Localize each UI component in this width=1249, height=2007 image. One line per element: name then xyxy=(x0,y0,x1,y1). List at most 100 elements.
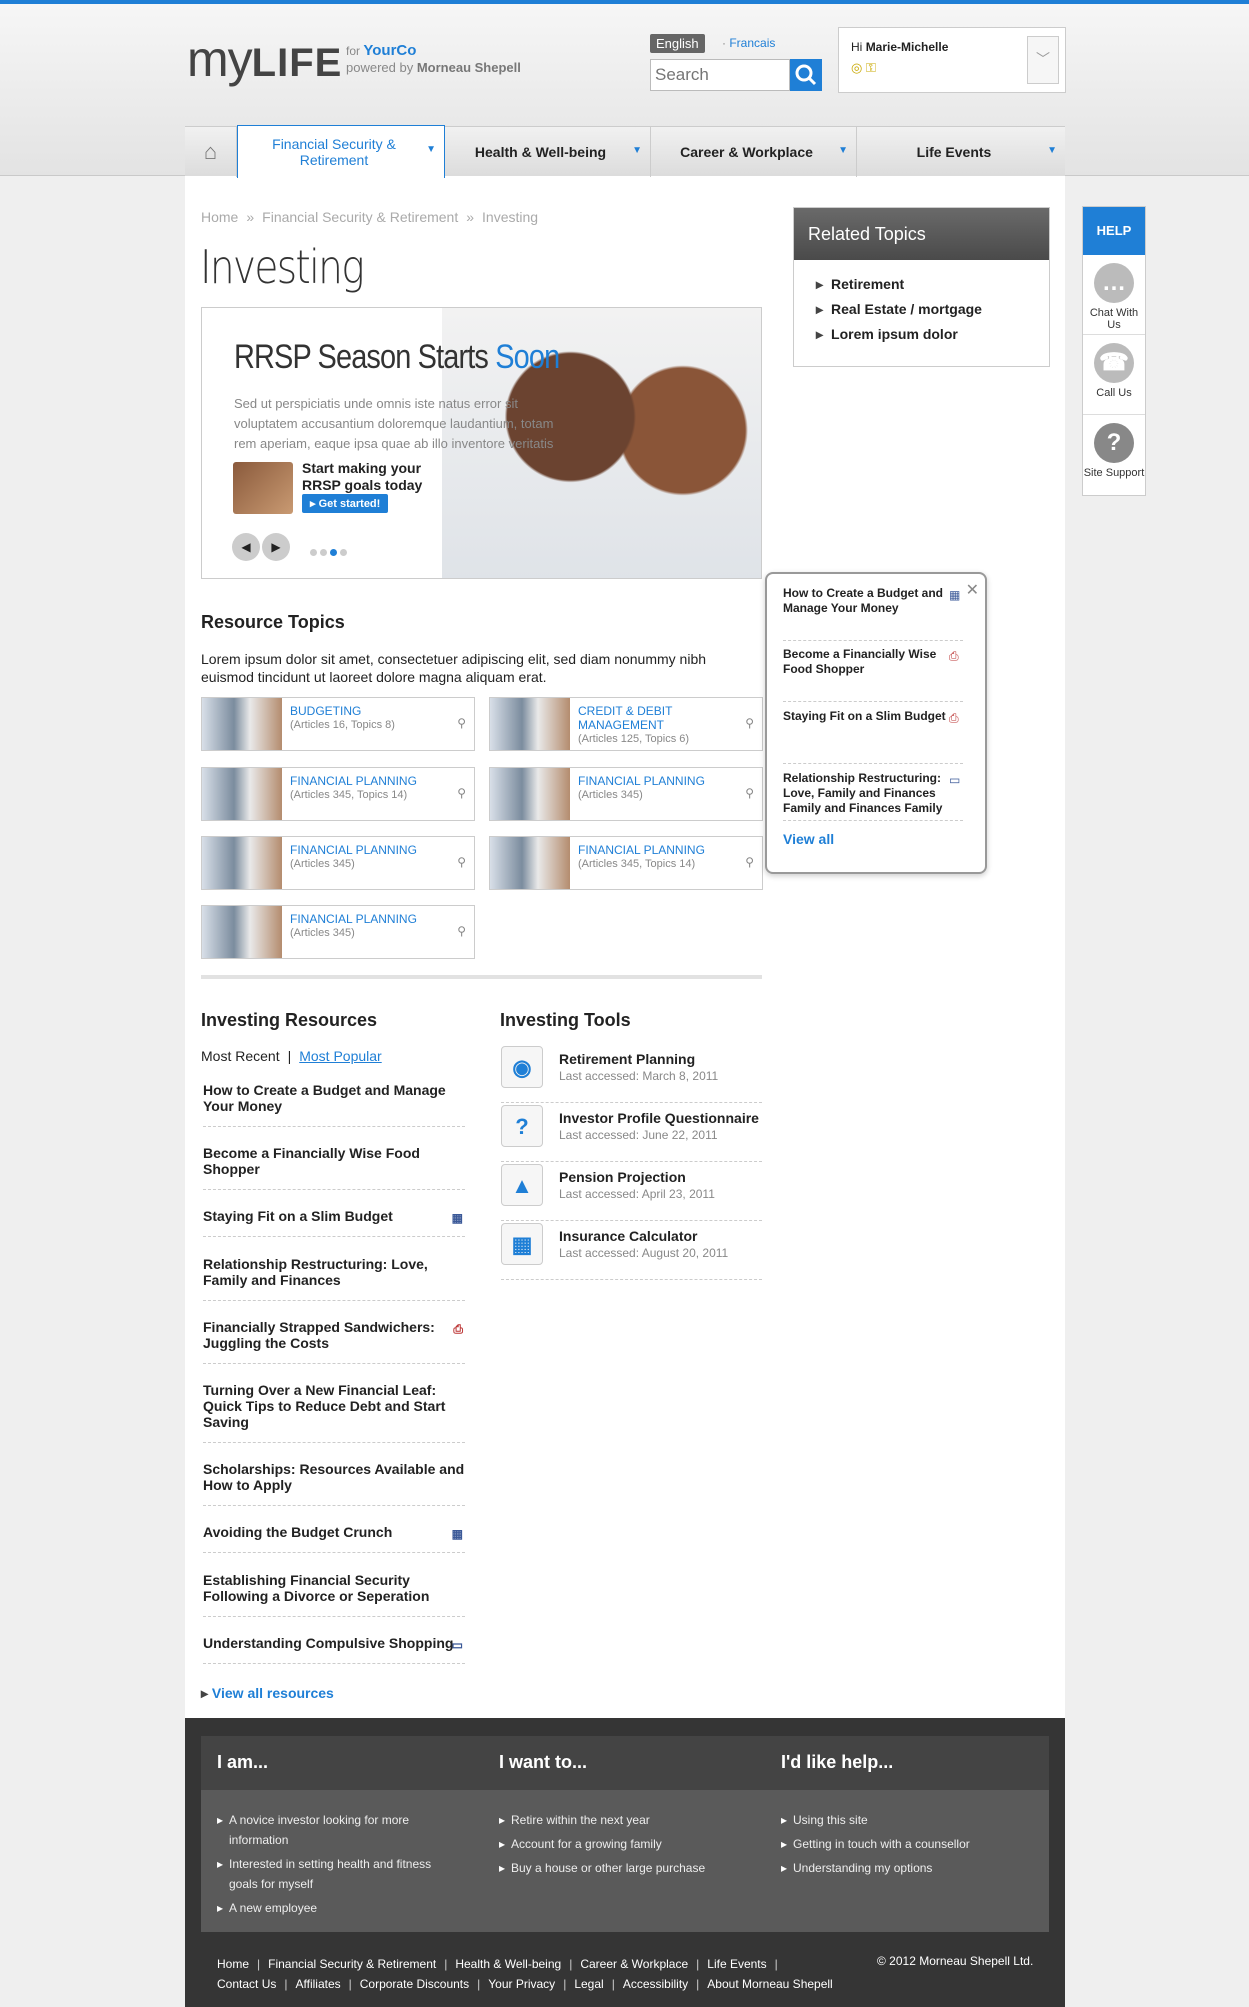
footer-nav-link[interactable]: Affiliates xyxy=(295,1977,340,1991)
popup-item[interactable]: Relationship Restructuring: Love, Family… xyxy=(783,771,963,821)
topic-tile[interactable]: FINANCIAL PLANNING (Articles 345, Topics … xyxy=(489,836,763,890)
nav-label: Health & Well-being xyxy=(474,144,607,160)
resource-item[interactable]: Establishing Financial Security Followin… xyxy=(203,1572,465,1617)
popup-item[interactable]: Staying Fit on a Slim Budget xyxy=(783,709,963,764)
related-topic-item[interactable]: Real Estate / mortgage xyxy=(816,301,1027,318)
breadcrumb-financial[interactable]: Financial Security & Retirement xyxy=(262,209,458,225)
search-icon[interactable]: ⚲ xyxy=(745,786,754,800)
carousel-dot[interactable] xyxy=(340,549,347,556)
user-dropdown-button[interactable]: ﹀ xyxy=(1027,36,1059,84)
view-all-resources[interactable]: View all resources xyxy=(201,1685,334,1702)
footer-link[interactable]: Buy a house or other large purchase xyxy=(499,1858,737,1878)
search-icon[interactable]: ⚲ xyxy=(745,855,754,869)
help-label: Site Support xyxy=(1083,467,1145,479)
user-status-icons[interactable]: ◎ ⚿ xyxy=(851,60,876,76)
footer-link[interactable]: Using this site xyxy=(781,1810,1019,1830)
search-icon[interactable]: ⚲ xyxy=(457,786,466,800)
close-icon[interactable]: ✕ xyxy=(966,580,979,600)
chevron-down-icon: ▼ xyxy=(632,145,642,156)
tool-date: Last accessed: March 8, 2011 xyxy=(559,1069,719,1083)
tool-name: Pension Projection xyxy=(559,1169,686,1185)
search-input[interactable] xyxy=(650,59,790,91)
related-topic-item[interactable]: Retirement xyxy=(816,276,1027,293)
footer-nav-link[interactable]: Life Events xyxy=(707,1957,766,1971)
footer-nav-link[interactable]: Legal xyxy=(574,1977,603,1991)
tab-most-popular[interactable]: Most Popular xyxy=(299,1048,381,1064)
footer-nav-link[interactable]: Health & Well-being xyxy=(455,1957,561,1971)
footer-nav-link[interactable]: Home xyxy=(217,1957,249,1971)
hero-title: RRSP Season Starts Soon xyxy=(234,338,560,377)
help-support[interactable]: ? Site Support xyxy=(1083,415,1145,495)
topic-tile[interactable]: FINANCIAL PLANNING (Articles 345, Topics … xyxy=(201,767,475,821)
nav-health[interactable]: Health & Well-being ▼ xyxy=(445,127,651,177)
help-call[interactable]: ☎ Call Us xyxy=(1083,335,1145,415)
popup-item-title: Become a Financially Wise Food Shopper xyxy=(783,647,937,676)
resource-item[interactable]: How to Create a Budget and Manage Your M… xyxy=(203,1082,465,1127)
carousel-dot[interactable] xyxy=(320,549,327,556)
tool-item[interactable]: ? Investor Profile Questionnaire Last acce… xyxy=(501,1103,762,1162)
footer-link[interactable]: Getting in touch with a counsellor xyxy=(781,1834,1019,1854)
search-icon[interactable]: ⚲ xyxy=(457,855,466,869)
footer-nav-link[interactable]: About Morneau Shepell xyxy=(707,1977,832,1991)
logo[interactable]: myLIFE xyxy=(187,30,342,88)
lang-english[interactable]: English xyxy=(650,34,705,53)
tool-item[interactable]: ▦ Insurance Calculator Last accessed: Augu… xyxy=(501,1221,762,1280)
tool-item[interactable]: ◉ Retirement Planning Last accessed: March… xyxy=(501,1044,762,1103)
topic-tile[interactable]: FINANCIAL PLANNING (Articles 345) ⚲ xyxy=(201,905,475,959)
topic-tile[interactable]: CREDIT & DEBIT MANAGEMENT (Articles 125, … xyxy=(489,697,763,751)
tile-title: FINANCIAL PLANNING xyxy=(290,843,417,857)
resource-title: Relationship Restructuring: Love, Family… xyxy=(203,1256,428,1288)
footer-link[interactable]: Understanding my options xyxy=(781,1858,1019,1878)
search-icon[interactable]: ⚲ xyxy=(457,716,466,730)
resource-item[interactable]: Understanding Compulsive Shopping ▭ xyxy=(203,1635,465,1664)
prev-arrow-icon[interactable]: ◀ xyxy=(232,533,260,561)
tab-most-recent[interactable]: Most Recent xyxy=(201,1048,280,1064)
breadcrumb-home[interactable]: Home xyxy=(201,209,238,225)
topic-tile[interactable]: FINANCIAL PLANNING (Articles 345) ⚲ xyxy=(489,767,763,821)
lang-french[interactable]: Francais xyxy=(722,36,775,50)
tile-meta: (Articles 345) xyxy=(290,858,355,870)
search-icon[interactable]: ⚲ xyxy=(745,716,754,730)
resource-item[interactable]: Become a Financially Wise Food Shopper xyxy=(203,1145,465,1190)
carousel-dot-active[interactable] xyxy=(330,549,337,556)
resource-item[interactable]: Turning Over a New Financial Leaf: Quick… xyxy=(203,1382,465,1443)
tool-name: Retirement Planning xyxy=(559,1051,696,1067)
nav-life-events[interactable]: Life Events ▼ xyxy=(857,127,1065,177)
related-topic-item[interactable]: Lorem ipsum dolor xyxy=(816,326,1027,343)
footer-nav-link[interactable]: Corporate Discounts xyxy=(360,1977,469,1991)
pdf-icon: ⎙ xyxy=(949,711,959,725)
search-button[interactable] xyxy=(790,59,822,91)
help-label: Call Us xyxy=(1096,387,1132,399)
nav-home[interactable]: ⌂ xyxy=(185,127,237,177)
footer-link[interactable]: Interested in setting health and fitness… xyxy=(217,1854,455,1894)
next-arrow-icon[interactable]: ▶ xyxy=(262,533,290,561)
tool-item[interactable]: ▲ Pension Projection Last accessed: April … xyxy=(501,1162,762,1221)
topic-tile[interactable]: BUDGETING (Articles 16, Topics 8) ⚲ xyxy=(201,697,475,751)
topic-tile[interactable]: FINANCIAL PLANNING (Articles 345) ⚲ xyxy=(201,836,475,890)
footer-link[interactable]: A novice investor looking for more infor… xyxy=(217,1810,455,1850)
hero-title-a: RRSP Season Starts xyxy=(234,338,489,376)
footer-nav-link[interactable]: Your Privacy xyxy=(488,1977,555,1991)
resource-item[interactable]: Staying Fit on a Slim Budget ▦ xyxy=(203,1208,465,1237)
tile-image xyxy=(490,768,570,820)
footer-nav-link[interactable]: Accessibility xyxy=(623,1977,688,1991)
resource-item[interactable]: Relationship Restructuring: Love, Family… xyxy=(203,1256,465,1301)
carousel-dot[interactable] xyxy=(310,549,317,556)
footer-nav-link[interactable]: Career & Workplace xyxy=(580,1957,688,1971)
footer-nav-link[interactable]: Financial Security & Retirement xyxy=(268,1957,436,1971)
footer-link[interactable]: Retire within the next year xyxy=(499,1810,737,1830)
popup-item[interactable]: How to Create a Budget and Manage Your M… xyxy=(783,586,963,641)
popup-view-all[interactable]: View all xyxy=(783,831,834,847)
help-chat[interactable]: … Chat With Us xyxy=(1083,255,1145,335)
resource-item[interactable]: Financially Strapped Sandwichers: Juggli… xyxy=(203,1319,465,1364)
get-started-button[interactable]: ▸ Get started! xyxy=(302,494,389,513)
resource-item[interactable]: Scholarships: Resources Available and Ho… xyxy=(203,1461,465,1506)
nav-career[interactable]: Career & Workplace ▼ xyxy=(651,127,857,177)
footer-nav-link[interactable]: Contact Us xyxy=(217,1977,276,1991)
nav-financial-security[interactable]: Financial Security & Retirement ▼ xyxy=(237,125,445,178)
search-icon[interactable]: ⚲ xyxy=(457,924,466,938)
popup-item[interactable]: Become a Financially Wise Food Shopper xyxy=(783,647,963,702)
resource-item[interactable]: Avoiding the Budget Crunch ▦ xyxy=(203,1524,465,1553)
footer-link[interactable]: Account for a growing family xyxy=(499,1834,737,1854)
footer-link[interactable]: A new employee xyxy=(217,1898,455,1918)
